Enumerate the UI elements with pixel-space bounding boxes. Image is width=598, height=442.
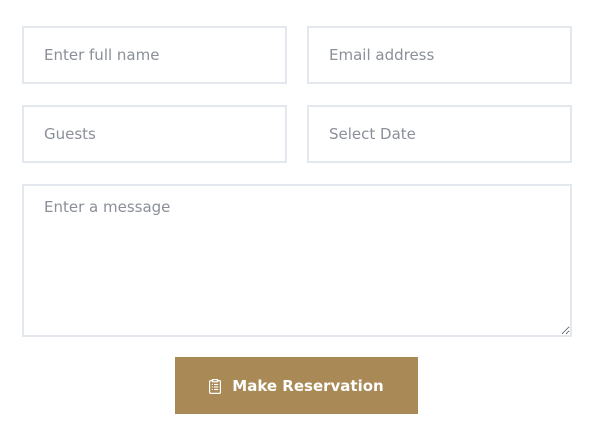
clipboard-list-icon [209, 378, 222, 394]
message-textarea[interactable] [22, 184, 572, 337]
full-name-input[interactable] [22, 26, 287, 84]
guests-input[interactable] [22, 105, 287, 163]
select-date-input[interactable] [307, 105, 572, 163]
email-input[interactable] [307, 26, 572, 84]
make-reservation-button[interactable]: Make Reservation [175, 357, 418, 414]
make-reservation-label: Make Reservation [232, 376, 384, 395]
